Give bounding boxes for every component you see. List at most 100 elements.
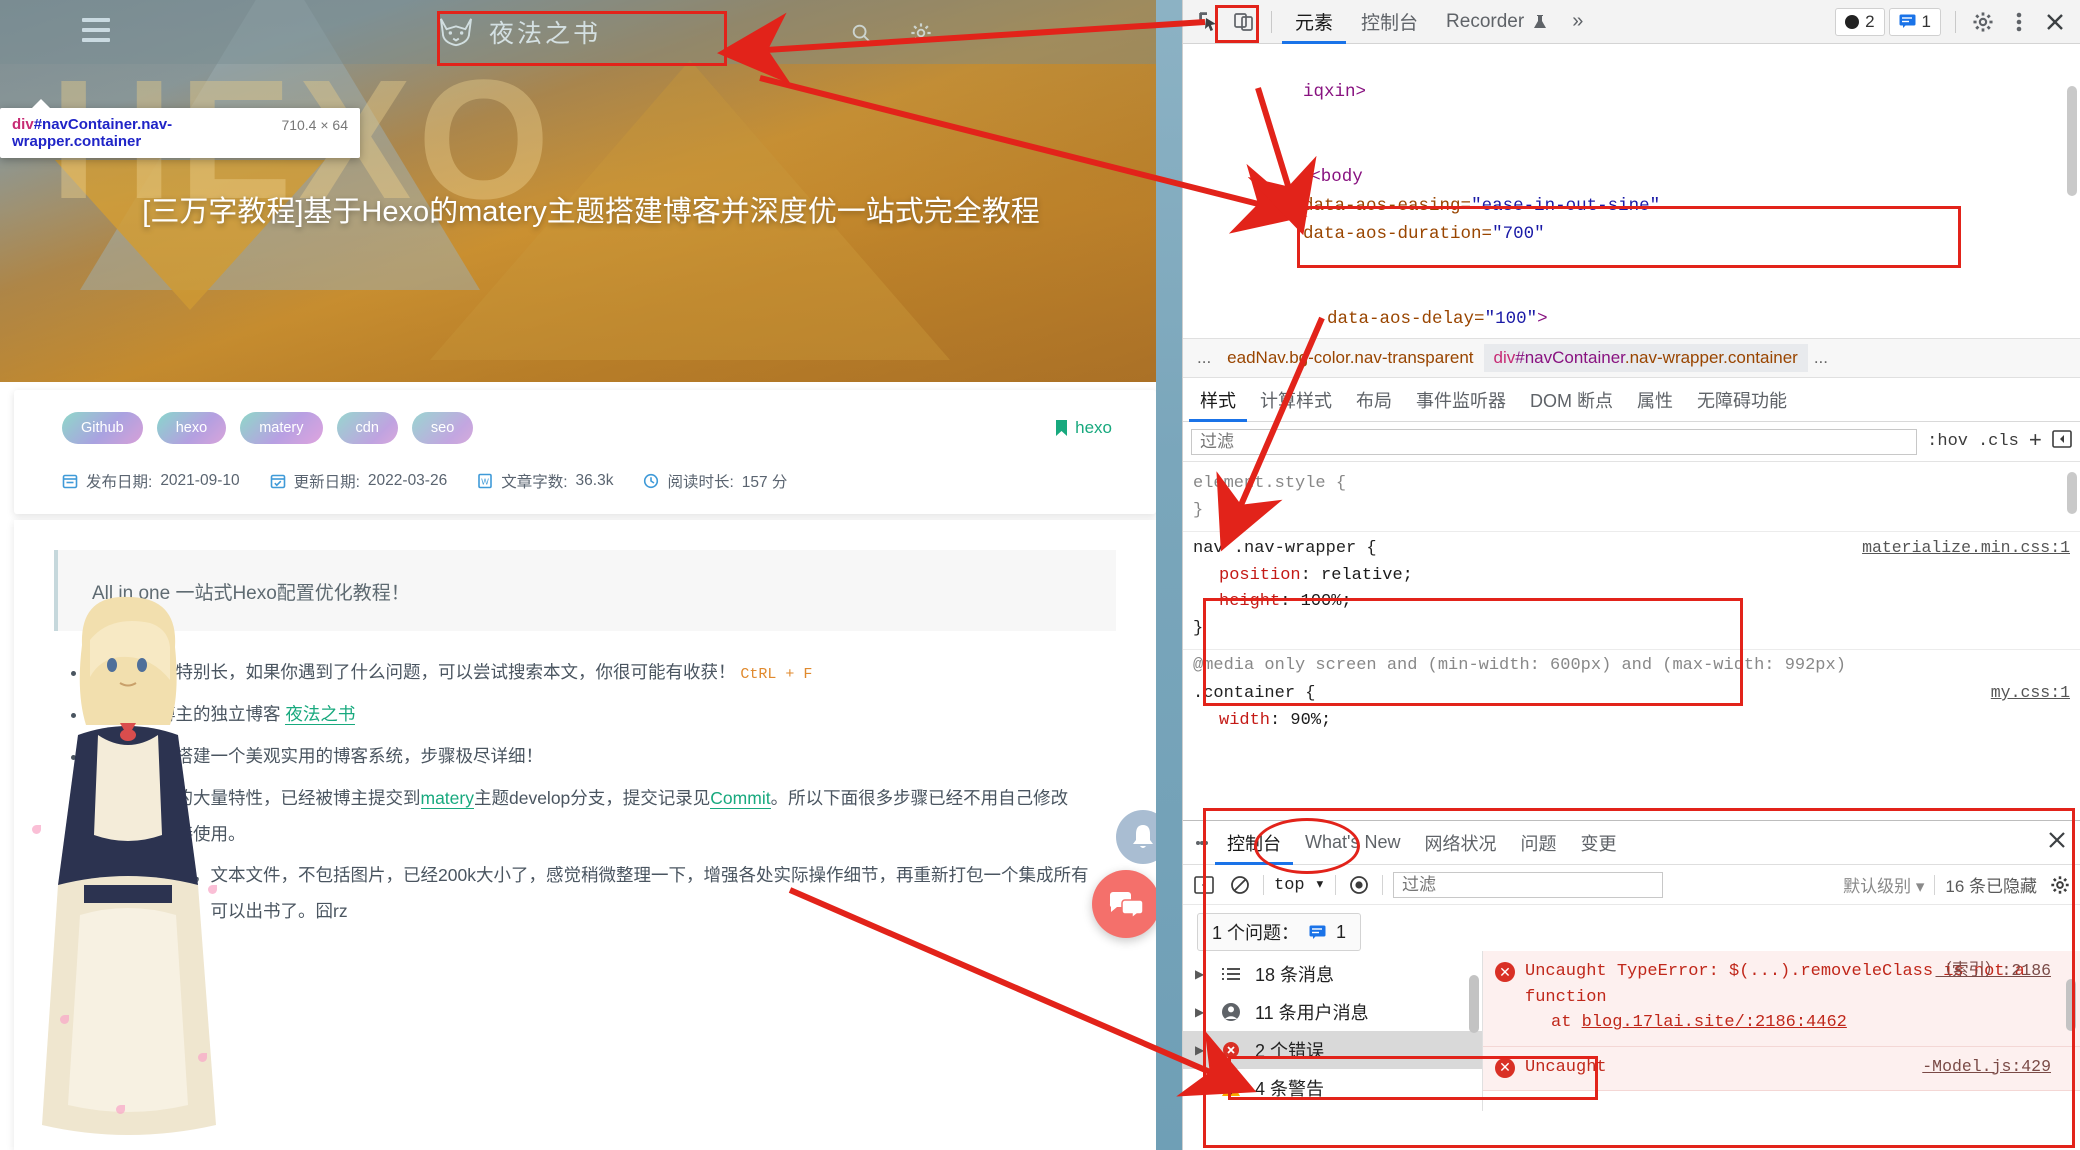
expand-caret[interactable]: ▶ [1195, 1043, 1207, 1057]
hamburger-icon[interactable] [82, 18, 110, 42]
console-filter-input[interactable] [1393, 872, 1663, 898]
cls-toggle[interactable]: .cls [1978, 432, 2019, 451]
console-messages[interactable]: ✕ （索引）:2186 Uncaught TypeError: $(...).r… [1483, 951, 2080, 1111]
tab-properties[interactable]: 属性 [1626, 378, 1684, 422]
tab-console[interactable]: 控制台 [1348, 0, 1431, 44]
tag-chip[interactable]: seo [412, 412, 473, 444]
console-sidebar[interactable]: ▶ 18 条消息 [1183, 951, 1483, 1111]
breadcrumb-overflow-left[interactable]: ... [1191, 348, 1217, 368]
tag-chip[interactable]: hexo [157, 412, 226, 444]
scrollbar-thumb[interactable] [2067, 472, 2077, 514]
close-icon[interactable] [2047, 830, 2067, 856]
toolbar-divider [1382, 875, 1383, 895]
tab-recorder[interactable]: Recorder [1433, 0, 1562, 44]
tab-styles-label: 样式 [1200, 387, 1236, 413]
tag-chip[interactable]: matery [240, 412, 322, 444]
tag-chip[interactable]: Github [62, 412, 143, 444]
gear-icon[interactable] [1966, 6, 2000, 38]
console-sidebar-row-warnings[interactable]: ▶ 4 条警告 [1183, 1069, 1482, 1107]
drawer-tab-issues[interactable]: 问题 [1508, 821, 1568, 865]
console-message-error[interactable]: ✕ -Model.js:429 Uncaught [1483, 1047, 2080, 1092]
toggle-sidebar-icon[interactable] [2052, 430, 2072, 453]
styles-filter-input[interactable] [1191, 429, 1917, 455]
scrollbar-thumb[interactable] [2066, 979, 2076, 1031]
post-category[interactable]: hexo [1055, 418, 1112, 438]
tab-layout[interactable]: 布局 [1345, 378, 1403, 422]
calendar-check-icon [270, 473, 286, 489]
drawer-tab-console[interactable]: 控制台 [1215, 821, 1293, 865]
breadcrumb-overflow-right[interactable]: ... [1808, 348, 1834, 368]
css-selector: .container { [1193, 681, 1315, 708]
console-context-selector[interactable]: top ▾ [1274, 874, 1325, 895]
console-stack-link[interactable]: blog.17lai.site/:2186:4462 [1582, 1013, 1847, 1032]
breadcrumb-item-navcontainer[interactable]: div#navContainer.nav-wrapper.container [1484, 344, 1808, 372]
add-style-rule-icon[interactable]: + [2029, 429, 2042, 454]
show-console-sidebar-icon[interactable] [1191, 873, 1217, 897]
issues-pill[interactable]: 1 个问题： 1 [1197, 913, 1361, 951]
css-source-link[interactable]: materialize.min.css:1 [1862, 535, 2070, 561]
error-count-badge[interactable]: 2 [1835, 8, 1884, 36]
styles-scrollbar[interactable] [2066, 468, 2078, 728]
drawer-tab-network[interactable]: 网络状况 [1412, 821, 1508, 865]
tag-chip[interactable]: cdn [337, 412, 398, 444]
live-expression-icon[interactable] [1346, 873, 1372, 897]
chat-fab[interactable] [1092, 870, 1160, 938]
dom-text: iqxin> [1303, 82, 1366, 102]
site-brand-text: 夜法之书 [489, 14, 601, 50]
inspect-element-icon[interactable] [1191, 6, 1225, 38]
console-message-error[interactable]: ✕ （索引）:2186 Uncaught TypeError: $(...).r… [1483, 951, 2080, 1047]
console-sidebar-row-messages[interactable]: ▶ 18 条消息 [1183, 955, 1482, 993]
tab-computed[interactable]: 计算样式 [1249, 378, 1343, 422]
styles-rules-area[interactable]: element.style { } nav .nav-wrapper { mat… [1183, 462, 2080, 734]
message-count-badge[interactable]: 1 [1889, 8, 1941, 36]
css-rule-container-media[interactable]: @media only screen and (min-width: 600px… [1183, 650, 2080, 734]
site-brand[interactable]: 夜法之书 [437, 11, 737, 53]
page-scrollbar[interactable] [1156, 0, 1182, 1150]
device-toolbar-icon[interactable] [1227, 6, 1261, 38]
chat-bubbles-icon [1108, 888, 1144, 920]
meta-value: 157 分 [742, 470, 788, 492]
tab-elements[interactable]: 元素 [1282, 0, 1346, 44]
expand-caret[interactable]: ▶ [1195, 1081, 1207, 1095]
gear-icon[interactable] [2047, 873, 2073, 897]
console-level-selector[interactable]: 默认级别 ▾ [1843, 872, 1924, 897]
console-message-source[interactable]: （索引）:2186 [1935, 959, 2051, 984]
tab-accessibility[interactable]: 无障碍功能 [1686, 378, 1798, 422]
css-source-link[interactable]: my.css:1 [1991, 680, 2070, 706]
css-rule-element-style[interactable]: element.style { } [1183, 468, 2080, 532]
css-rule-nav-wrapper[interactable]: nav .nav-wrapper { materialize.min.css:1… [1183, 532, 2080, 650]
inline-link[interactable]: Commit [710, 788, 770, 809]
dom-tree[interactable]: iqxin> ▼<body data-aos-easing="ease-in-o… [1183, 44, 2080, 338]
dom-line[interactable]: ▼<body data-aos-easing="ease-in-out-sine… [1191, 135, 2080, 277]
drawer-tab-changes[interactable]: 变更 [1568, 821, 1628, 865]
inline-link[interactable]: matery [421, 788, 474, 809]
chevron-double-right-icon[interactable]: » [1564, 10, 1591, 33]
expand-caret[interactable]: ▶ [1195, 1005, 1207, 1019]
css-declaration[interactable]: width: 90%; [1193, 708, 2070, 734]
inline-link[interactable]: 夜法之书 [285, 704, 355, 725]
dom-tree-scrollbar[interactable] [2066, 48, 2078, 334]
scrollbar-thumb[interactable] [1469, 975, 1479, 1033]
clear-console-icon[interactable] [1227, 873, 1253, 897]
scrollbar-thumb[interactable] [2067, 86, 2077, 196]
gear-icon[interactable] [910, 22, 932, 44]
search-icon[interactable] [850, 22, 872, 44]
drawer-tab-whats-new[interactable]: What's New [1293, 821, 1412, 865]
console-sidebar-row-errors[interactable]: ▶ 2 个错误 [1183, 1031, 1482, 1069]
more-vertical-icon[interactable] [2002, 6, 2036, 38]
tab-dom-breakpoints[interactable]: DOM 断点 [1519, 378, 1624, 422]
breadcrumb: ... eadNav.bg-color.nav-transparent div#… [1183, 338, 2080, 378]
expand-caret[interactable]: ▶ [1195, 967, 1207, 981]
close-icon[interactable] [2038, 6, 2072, 38]
tab-styles[interactable]: 样式 [1189, 378, 1247, 422]
console-message-source[interactable]: -Model.js:429 [1922, 1055, 2051, 1080]
more-vertical-icon[interactable] [1189, 839, 1215, 847]
breadcrumb-item-nav[interactable]: eadNav.bg-color.nav-transparent [1217, 344, 1483, 372]
console-sidebar-row-user-messages[interactable]: ▶ 11 条用户消息 [1183, 993, 1482, 1031]
css-declaration[interactable]: height: 100%; [1193, 589, 2070, 616]
tab-event-listeners[interactable]: 事件监听器 [1405, 378, 1517, 422]
console-messages-scrollbar[interactable] [2065, 955, 2077, 1105]
hov-toggle[interactable]: :hov [1927, 432, 1968, 451]
console-sidebar-scrollbar[interactable] [1468, 957, 1480, 1107]
css-declaration[interactable]: position: relative; [1193, 563, 2070, 590]
